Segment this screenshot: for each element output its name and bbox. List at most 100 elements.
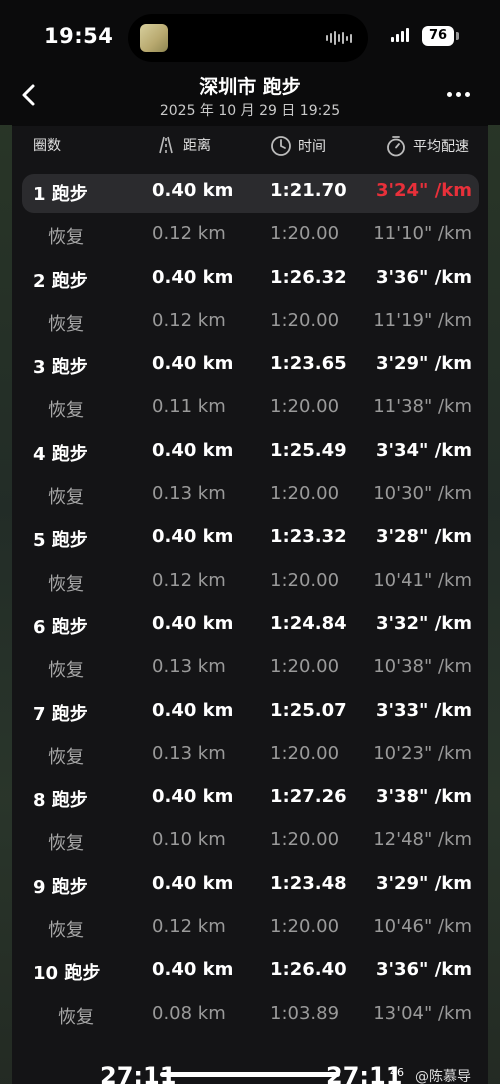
lap-time: 1:20.00	[270, 396, 340, 418]
lap-row[interactable]: 1 跑步 0.40 km 1:21.70 3'24" /km	[0, 172, 500, 215]
lap-distance: 0.40 km	[152, 872, 234, 894]
lap-distance: 0.13 km	[152, 656, 226, 678]
column-pace: 平均配速	[385, 135, 469, 157]
lap-row[interactable]: 恢复 0.08 km 1:03.89 13'04" /km	[0, 995, 500, 1038]
lap-time: 1:23.48	[270, 872, 347, 894]
more-dots-icon	[446, 91, 452, 97]
lap-distance: 0.13 km	[152, 483, 226, 505]
lap-time: 1:25.49	[270, 439, 347, 461]
lap-pace: 3'38" /km	[375, 786, 472, 808]
lap-label: 恢复	[48, 746, 84, 768]
more-options-button[interactable]	[444, 84, 472, 104]
lap-row[interactable]: 恢复 0.13 km 1:20.00 10'23" /km	[0, 735, 500, 778]
lap-time: 1:21.70	[270, 180, 347, 201]
lap-pace: 10'41" /km	[373, 569, 472, 591]
lap-label: 1 跑步	[33, 184, 88, 205]
lap-row[interactable]: 4 跑步 0.40 km 1:25.49 3'34" /km	[0, 432, 500, 475]
lap-distance: 0.12 km	[152, 916, 226, 938]
lap-row[interactable]: 恢复 0.11 km 1:20.00 11'38" /km	[0, 388, 500, 431]
dynamic-island[interactable]	[128, 14, 368, 62]
lap-time: 1:24.84	[270, 612, 347, 634]
lap-label: 恢复	[48, 313, 84, 335]
audio-wave-icon	[326, 31, 352, 45]
home-indicator[interactable]	[160, 1072, 340, 1077]
watermark-text: @陈慕导	[415, 1069, 471, 1084]
lap-time: 1:20.00	[270, 569, 340, 591]
lap-row[interactable]: 恢复 0.12 km 1:20.00 10'46" /km	[0, 908, 500, 951]
lap-label: 7 跑步	[33, 703, 88, 725]
lap-distance: 0.10 km	[152, 829, 226, 851]
lap-pace: 3'33" /km	[375, 699, 472, 721]
lap-row[interactable]: 9 跑步 0.40 km 1:23.48 3'29" /km	[0, 865, 500, 908]
lap-label: 10 跑步	[33, 963, 101, 985]
watermark: @陈慕导	[415, 1066, 471, 1084]
column-lap: 圈数	[33, 135, 61, 155]
lap-time: 1:23.65	[270, 353, 347, 375]
lap-pace: 3'29" /km	[375, 872, 472, 894]
lap-pace: 10'23" /km	[373, 742, 472, 764]
more-dot	[464, 91, 470, 97]
lap-time: 1:20.00	[270, 483, 340, 505]
column-time-label: 时间	[298, 139, 326, 155]
summary-right-sub: 46	[390, 1066, 404, 1079]
battery-tip	[456, 32, 459, 40]
lap-time: 1:20.00	[270, 309, 340, 331]
lap-distance: 0.40 km	[152, 612, 234, 634]
lap-distance: 0.40 km	[152, 266, 234, 288]
lap-distance: 0.13 km	[152, 742, 226, 764]
lap-row[interactable]: 5 跑步 0.40 km 1:23.32 3'28" /km	[0, 518, 500, 561]
lap-row[interactable]: 恢复 0.12 km 1:20.00 10'41" /km	[0, 562, 500, 605]
lap-label: 恢复	[48, 920, 84, 942]
lap-label: 恢复	[48, 660, 84, 682]
lap-time: 1:03.89	[270, 1002, 340, 1024]
lap-distance: 0.40 km	[152, 439, 234, 461]
lap-label: 恢复	[48, 400, 84, 422]
lap-pace: 3'24" /km	[375, 180, 472, 201]
lap-distance: 0.40 km	[152, 353, 234, 375]
lap-time: 1:27.26	[270, 786, 347, 808]
lap-label: 4 跑步	[33, 443, 88, 465]
lap-row[interactable]: 6 跑步 0.40 km 1:24.84 3'32" /km	[0, 605, 500, 648]
lap-distance: 0.40 km	[152, 699, 234, 721]
laps-list: 1 跑步 0.40 km 1:21.70 3'24" /km 恢复 0.12 km 1:2…	[0, 172, 500, 1038]
lap-label: 恢复	[48, 573, 84, 595]
lap-pace: 3'32" /km	[375, 612, 472, 634]
lap-pace: 11'10" /km	[373, 223, 472, 245]
lap-label: 9 跑步	[33, 876, 88, 898]
activity-datetime: 2025 年 10 月 29 日 19:25	[159, 103, 341, 119]
lap-pace: 10'38" /km	[373, 656, 472, 678]
lap-time: 1:20.00	[270, 916, 340, 938]
lap-row[interactable]: 恢复 0.12 km 1:20.00 11'10" /km	[0, 215, 500, 258]
lap-row[interactable]: 恢复 0.13 km 1:20.00 10'30" /km	[0, 475, 500, 518]
lap-row[interactable]: 3 跑步 0.40 km 1:23.65 3'29" /km	[0, 345, 500, 388]
lap-label: 8 跑步	[33, 790, 88, 812]
lap-pace: 3'36" /km	[375, 959, 472, 981]
lap-row[interactable]: 2 跑步 0.40 km 1:26.32 3'36" /km	[0, 259, 500, 302]
lap-row[interactable]: 恢复 0.13 km 1:20.00 10'38" /km	[0, 648, 500, 691]
lap-label: 恢复	[48, 487, 84, 509]
lap-row[interactable]: 恢复 0.12 km 1:20.00 11'19" /km	[0, 302, 500, 345]
column-time: 时间	[270, 135, 326, 157]
lap-row[interactable]: 恢复 0.10 km 1:20.00 12'48" /km	[0, 821, 500, 864]
lap-distance: 0.40 km	[152, 180, 234, 201]
lap-pace: 12'48" /km	[373, 829, 472, 851]
lap-time: 1:25.07	[270, 699, 347, 721]
lap-row[interactable]: 8 跑步 0.40 km 1:27.26 3'38" /km	[0, 778, 500, 821]
column-lap-label: 圈数	[33, 138, 61, 154]
lap-pace: 3'28" /km	[375, 526, 472, 548]
lap-label: 3 跑步	[33, 357, 88, 379]
more-dot	[455, 91, 461, 97]
lap-pace: 13'04" /km	[373, 1002, 472, 1024]
lap-distance: 0.12 km	[152, 309, 226, 331]
lap-label: 恢复	[58, 1006, 94, 1028]
lap-distance: 0.40 km	[152, 526, 234, 548]
lap-time: 1:26.40	[270, 959, 347, 981]
column-distance-label: 距离	[183, 138, 211, 154]
column-pace-label: 平均配速	[413, 139, 469, 155]
lap-label: 5 跑步	[33, 530, 88, 552]
status-bar: 19:54 76	[0, 0, 500, 72]
lap-distance: 0.40 km	[152, 959, 234, 981]
lap-row[interactable]: 7 跑步 0.40 km 1:25.07 3'33" /km	[0, 692, 500, 735]
lap-row[interactable]: 10 跑步 0.40 km 1:26.40 3'36" /km	[0, 951, 500, 994]
lap-label: 6 跑步	[33, 616, 88, 638]
